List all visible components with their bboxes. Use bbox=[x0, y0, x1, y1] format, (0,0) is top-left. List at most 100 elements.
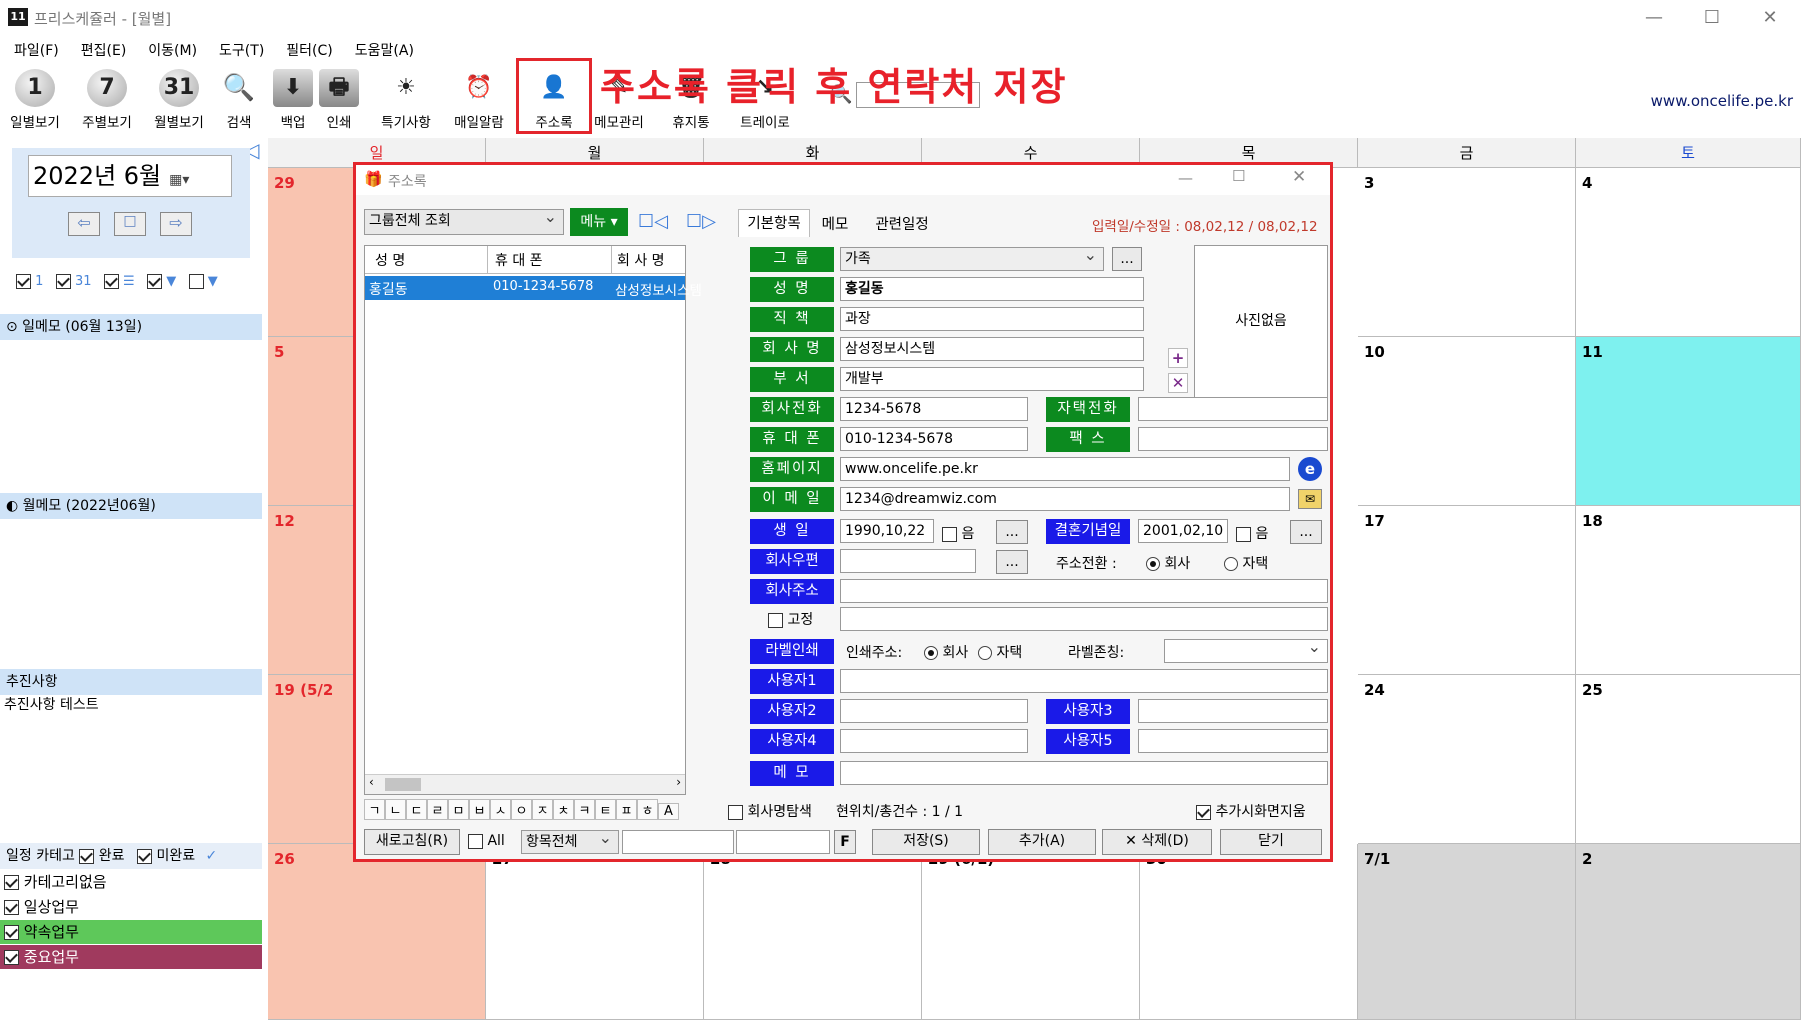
menu-filter[interactable]: 필터(C) bbox=[286, 38, 332, 64]
index-button[interactable]: ㅂ bbox=[469, 799, 490, 820]
birthday-lunar-checkbox[interactable] bbox=[942, 526, 957, 542]
menu-move[interactable]: 이동(M) bbox=[148, 38, 197, 64]
radio-button[interactable] bbox=[924, 646, 938, 660]
day-cell-today[interactable]: 11 bbox=[1576, 337, 1801, 506]
company-search-checkbox[interactable] bbox=[728, 804, 743, 820]
dialog-minimize-icon[interactable]: — bbox=[1178, 169, 1193, 187]
minimize-icon[interactable]: — bbox=[1634, 6, 1674, 30]
category-item[interactable]: 일상업무 bbox=[0, 895, 262, 919]
zip-field[interactable] bbox=[840, 549, 976, 573]
category-item[interactable]: 중요업무 bbox=[0, 945, 262, 969]
addr-company-radio[interactable]: 회사 bbox=[1146, 553, 1190, 573]
close-icon[interactable]: ✕ bbox=[1750, 6, 1790, 30]
address-book-button[interactable]: 👤 주소록 bbox=[516, 58, 592, 134]
category-item[interactable]: 카테고리없음 bbox=[0, 870, 262, 894]
close-button[interactable]: 닫기 bbox=[1220, 829, 1322, 855]
browser-icon[interactable]: e bbox=[1298, 457, 1322, 481]
label-title-select[interactable] bbox=[1164, 639, 1328, 663]
radio-button[interactable] bbox=[978, 646, 992, 660]
menu-tools[interactable]: 도구(T) bbox=[219, 38, 264, 64]
all-option[interactable]: All bbox=[468, 833, 505, 849]
month-selector[interactable]: 2022년 6월 ▦▾ bbox=[28, 155, 232, 197]
maximize-icon[interactable]: ☐ bbox=[1692, 6, 1732, 30]
birthday-more-button[interactable]: ... bbox=[996, 520, 1028, 544]
today-button[interactable]: □ bbox=[114, 212, 146, 236]
index-button[interactable]: ㅊ bbox=[553, 799, 574, 820]
name-field[interactable]: 홍길동 bbox=[840, 277, 1144, 301]
weekly-view-button[interactable]: 7 주별보기 bbox=[72, 64, 142, 131]
day-cell[interactable]: 2 bbox=[1576, 844, 1801, 1020]
search-input[interactable] bbox=[622, 830, 734, 854]
day-cell[interactable]: 10 bbox=[1358, 337, 1576, 506]
daily-alarm-button[interactable]: ⏰ 매일알람 bbox=[444, 64, 514, 131]
monthly-memo-header[interactable]: ◐ 월메모 (2022년06월) bbox=[0, 493, 262, 519]
group-select[interactable]: 가족 bbox=[840, 247, 1104, 271]
address-detail-field[interactable] bbox=[840, 607, 1328, 631]
find-button[interactable]: F bbox=[834, 830, 856, 854]
group-more-button[interactable]: ... bbox=[1112, 247, 1142, 271]
print-home-radio[interactable]: 자택 bbox=[978, 642, 1022, 662]
prev-record-icon[interactable]: ☐◁ bbox=[638, 211, 668, 232]
clear-on-add-option[interactable]: 추가시화면지움 bbox=[1196, 801, 1306, 821]
photo-box[interactable]: 사진없음 bbox=[1194, 245, 1328, 399]
show-list-checkbox[interactable] bbox=[103, 274, 119, 289]
anniversary-lunar-checkbox[interactable] bbox=[1236, 526, 1251, 542]
filter2-checkbox[interactable] bbox=[188, 274, 204, 289]
day-cell[interactable]: 24 bbox=[1358, 675, 1576, 844]
radio-button[interactable] bbox=[1146, 557, 1160, 571]
fax-field[interactable] bbox=[1138, 427, 1328, 451]
day-cell[interactable]: 4 bbox=[1576, 168, 1801, 337]
remove-photo-icon[interactable]: ✕ bbox=[1168, 373, 1188, 393]
day-cell[interactable]: 28 bbox=[704, 844, 922, 1020]
undone-checkbox[interactable] bbox=[136, 848, 152, 864]
index-button[interactable]: ㅍ bbox=[616, 799, 637, 820]
scroll-thumb[interactable] bbox=[385, 778, 421, 791]
save-button[interactable]: 저장(S) bbox=[872, 829, 980, 855]
index-button[interactable]: A bbox=[658, 803, 679, 820]
todo-header[interactable]: 추진사항 bbox=[0, 669, 262, 695]
day-cell[interactable]: 7/1 bbox=[1358, 844, 1576, 1020]
add-photo-icon[interactable]: + bbox=[1168, 348, 1188, 368]
daily-memo-header[interactable]: ⊙ 일메모 (06월 13일) bbox=[0, 314, 262, 340]
search-input-2[interactable] bbox=[736, 830, 830, 854]
tab-related-schedule[interactable]: 관련일정 bbox=[862, 213, 942, 237]
scroll-right-icon[interactable]: › bbox=[676, 775, 681, 789]
user5-field[interactable] bbox=[1138, 729, 1328, 753]
position-field[interactable]: 과장 bbox=[840, 307, 1144, 331]
company-field[interactable]: 삼성정보시스템 bbox=[840, 337, 1144, 361]
category-checkbox[interactable] bbox=[4, 925, 19, 940]
anniversary-more-button[interactable]: ... bbox=[1290, 520, 1322, 544]
category-checkbox[interactable] bbox=[4, 950, 19, 965]
horizontal-scrollbar[interactable]: ‹ › bbox=[365, 774, 685, 794]
index-button[interactable]: ㅁ bbox=[448, 799, 469, 820]
company-phone-field[interactable]: 1234-5678 bbox=[840, 397, 1028, 421]
index-button[interactable]: ㄷ bbox=[406, 799, 427, 820]
day-cell[interactable]: 26 bbox=[268, 844, 486, 1020]
company-search-option[interactable]: 회사명탐색 bbox=[728, 801, 812, 821]
check-circle-icon[interactable]: ✓ bbox=[206, 848, 218, 864]
birthday-field[interactable]: 1990,10,22 bbox=[840, 519, 934, 543]
field-select[interactable]: 항목전체 bbox=[521, 830, 619, 854]
user1-field[interactable] bbox=[840, 669, 1328, 693]
dialog-maximize-icon[interactable]: ☐ bbox=[1232, 167, 1245, 185]
homepage-field[interactable]: www.oncelife.pe.kr bbox=[840, 457, 1290, 481]
show-daily-checkbox[interactable] bbox=[16, 274, 31, 289]
day-cell[interactable]: 17 bbox=[1358, 506, 1576, 675]
homepage-url[interactable]: www.oncelife.pe.kr bbox=[1651, 92, 1793, 110]
table-row[interactable]: 홍길동 010-1234-5678 삼성정보시스템 bbox=[365, 276, 702, 300]
special-notes-button[interactable]: ☀ 특기사항 bbox=[368, 64, 444, 131]
radio-button[interactable] bbox=[1224, 557, 1238, 571]
col-name-header[interactable]: 성 명 bbox=[375, 250, 405, 270]
address-field[interactable] bbox=[840, 579, 1328, 603]
refresh-button[interactable]: 새로고침(R) bbox=[364, 829, 460, 855]
anniversary-lunar-option[interactable]: 음 bbox=[1236, 523, 1268, 543]
user3-field[interactable] bbox=[1138, 699, 1328, 723]
birthday-lunar-option[interactable]: 음 bbox=[942, 523, 974, 543]
index-button[interactable]: ㅎ bbox=[637, 799, 658, 820]
index-button[interactable]: ㅇ bbox=[511, 799, 532, 820]
day-cell[interactable]: 3 bbox=[1358, 168, 1576, 337]
home-phone-field[interactable] bbox=[1138, 397, 1328, 421]
zip-search-button[interactable]: ... bbox=[996, 550, 1028, 574]
index-button[interactable]: ㅈ bbox=[532, 799, 553, 820]
menu-edit[interactable]: 편집(E) bbox=[81, 38, 127, 64]
